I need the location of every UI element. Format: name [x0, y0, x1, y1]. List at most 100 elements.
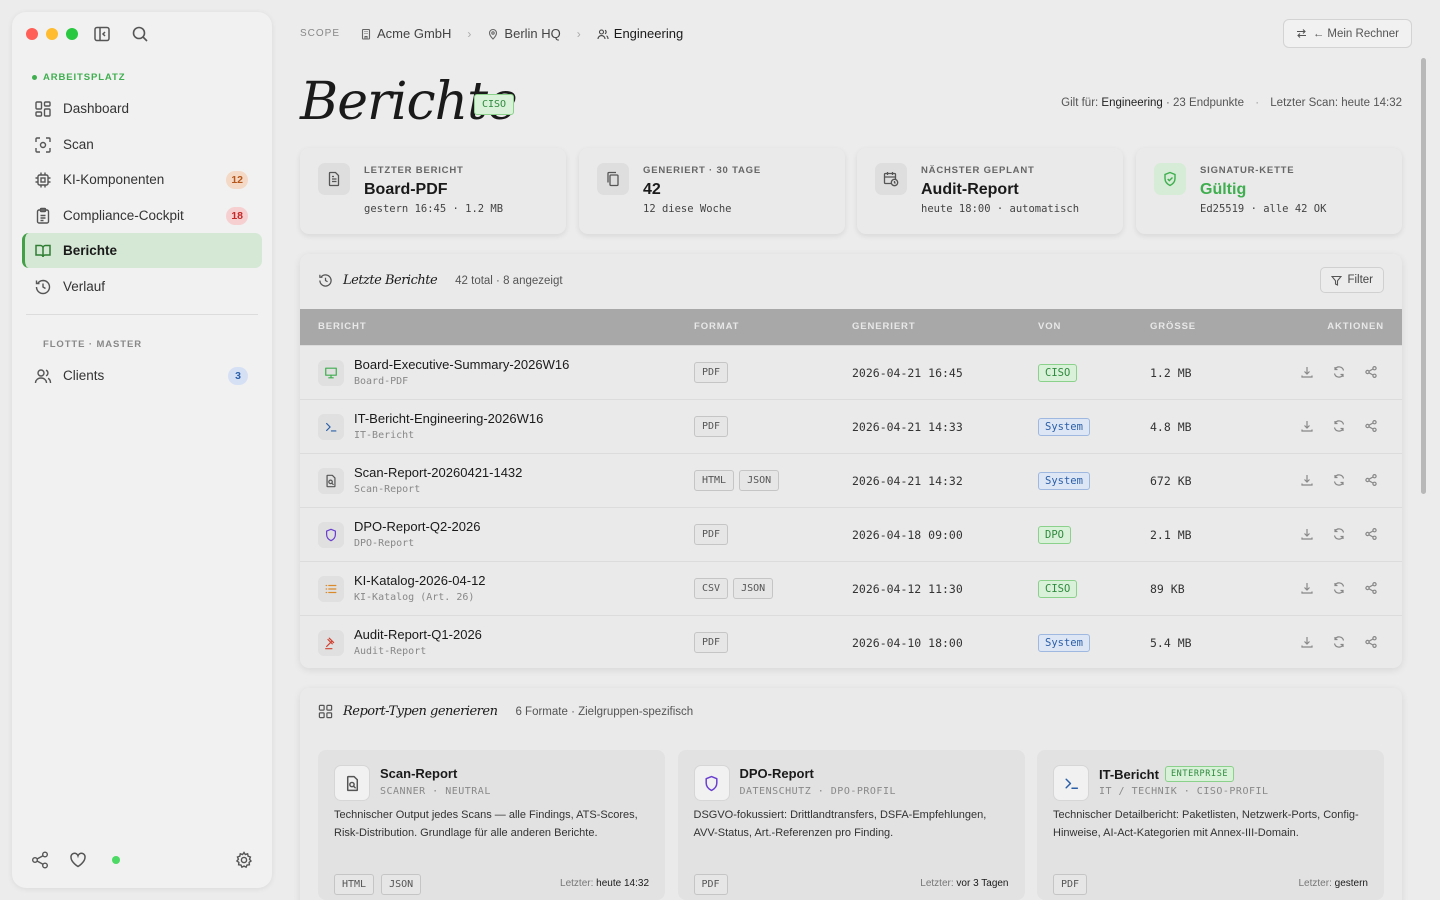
table-row[interactable]: KI-Katalog-2026-04-12 KI-Katalog (Art. 26…	[300, 561, 1402, 615]
terminal-icon	[1053, 765, 1089, 801]
regenerate-icon[interactable]	[1332, 635, 1346, 649]
format-badge: JSON	[739, 470, 780, 491]
sidebar-item-ki-komponenten[interactable]: KI-Komponenten 12	[22, 162, 262, 197]
share-icon[interactable]	[1364, 473, 1378, 487]
sidebar-item-compliance-cockpit[interactable]: Compliance-Cockpit 18	[22, 198, 262, 233]
search-icon[interactable]	[130, 24, 150, 44]
file-size: 672 KB	[1150, 474, 1192, 488]
sidebar-item-scan[interactable]: Scan	[22, 127, 262, 162]
table-row[interactable]: IT-Bericht-Engineering-2026W16 IT-Bericht…	[300, 399, 1402, 453]
shield-icon	[693, 765, 730, 801]
table-row[interactable]: Scan-Report-20260421-1432 Scan-Report HTML…	[300, 453, 1402, 507]
stat-card-generated: GENERIERT · 30 TAGE 42 12 diese Woche	[579, 148, 845, 234]
format-badge: PDF	[694, 416, 729, 437]
download-icon[interactable]	[1300, 527, 1314, 541]
regenerate-icon[interactable]	[1332, 473, 1346, 487]
sidebar-item-dashboard[interactable]: Dashboard	[22, 91, 262, 126]
report-type-name: DPO-Report	[739, 766, 814, 781]
stat-label: NÄCHSTER GEPLANT	[921, 165, 1035, 176]
report-type-card[interactable]: Scan-Report SCANNER · NEUTRAL Technischer …	[318, 750, 665, 900]
share-icon[interactable]	[1364, 419, 1378, 433]
column-header[interactable]: BERICHT	[318, 321, 367, 332]
stat-value: Gültig	[1200, 181, 1247, 198]
filter-button[interactable]: Filter	[1320, 267, 1384, 293]
report-name[interactable]: DPO-Report-Q2-2026	[354, 519, 480, 534]
stat-label: LETZTER BERICHT	[364, 165, 464, 176]
download-icon[interactable]	[1300, 473, 1314, 487]
zoom-window-button[interactable]	[66, 28, 78, 40]
generated-date: 2026-04-21 16:45	[852, 366, 963, 380]
share-icon[interactable]	[1364, 527, 1378, 541]
table-row[interactable]: DPO-Report-Q2-2026 DPO-Report PDF 2026-04-1…	[300, 507, 1402, 561]
column-header[interactable]: FORMAT	[694, 321, 739, 332]
file-scan-icon	[334, 765, 370, 801]
download-icon[interactable]	[1300, 365, 1314, 379]
column-header[interactable]: GENERIERT	[852, 321, 916, 332]
sidebar-item-clients[interactable]: Clients 3	[22, 358, 262, 393]
sidebar-item-verlauf[interactable]: Verlauf	[22, 269, 262, 304]
online-status-dot	[112, 856, 120, 864]
sidebar-item-berichte[interactable]: Berichte	[22, 233, 262, 268]
window-controls	[26, 28, 78, 40]
last-generated: Letzter: gestern	[1298, 878, 1369, 889]
share-icon[interactable]	[30, 850, 50, 870]
stat-label: GENERIERT · 30 TAGE	[643, 165, 761, 176]
format-badge: PDF	[1053, 874, 1088, 895]
column-header[interactable]: GRÖSSE	[1150, 321, 1196, 332]
report-type-audience: DATENSCHUTZ · DPO-PROFIL	[739, 786, 896, 797]
chevron-right-icon: ›	[576, 26, 581, 41]
report-type: IT-Bericht	[354, 430, 415, 441]
table-row[interactable]: Audit-Report-Q1-2026 Audit-Report PDF 2026-…	[300, 615, 1402, 669]
share-icon[interactable]	[1364, 635, 1378, 649]
scrollbar[interactable]	[1421, 58, 1426, 494]
breadcrumb-item-team[interactable]: Engineering	[597, 26, 683, 41]
report-type-description: DSGVO-fokussiert: Drittlandtransfers, DS…	[693, 809, 987, 839]
share-icon[interactable]	[1364, 581, 1378, 595]
mein-rechner-button[interactable]: ← Mein Rechner	[1282, 19, 1412, 48]
row-actions	[1300, 527, 1378, 541]
author-badge: CISO	[1038, 364, 1078, 382]
format-badge: PDF	[693, 874, 728, 895]
gear-icon[interactable]	[234, 850, 254, 870]
download-icon[interactable]	[1300, 581, 1314, 595]
table-row[interactable]: Board-Executive-Summary-2026W16 Board-PDF…	[300, 345, 1402, 399]
sidebar-toggle-icon[interactable]	[92, 24, 112, 44]
report-type-card[interactable]: IT-Bericht ENTERPRISE IT / TECHNIK · CISO-…	[1037, 750, 1384, 900]
report-type: DPO-Report	[354, 538, 415, 549]
heart-icon[interactable]	[68, 850, 88, 870]
column-header[interactable]: VON	[1038, 321, 1061, 332]
share-icon[interactable]	[1364, 365, 1378, 379]
breadcrumb-item-company[interactable]: Acme GmbH	[360, 26, 451, 41]
author-badge: System	[1038, 634, 1090, 652]
chevron-right-icon: ›	[467, 26, 472, 41]
report-type-card[interactable]: DPO-Report DATENSCHUTZ · DPO-PROFIL DSGVO-…	[677, 750, 1025, 900]
gavel-icon	[318, 630, 344, 656]
report-name[interactable]: Board-Executive-Summary-2026W16	[354, 357, 569, 372]
close-window-button[interactable]	[26, 28, 38, 40]
report-name[interactable]: Scan-Report-20260421-1432	[354, 465, 522, 480]
report-name[interactable]: KI-Katalog-2026-04-12	[354, 573, 486, 588]
history-icon	[318, 273, 333, 288]
sidebar-divider	[26, 314, 258, 315]
presentation-icon	[318, 360, 344, 386]
minimize-window-button[interactable]	[46, 28, 58, 40]
download-icon[interactable]	[1300, 635, 1314, 649]
regenerate-icon[interactable]	[1332, 419, 1346, 433]
format-badge: JSON	[381, 874, 422, 895]
generated-date: 2026-04-18 09:00	[852, 528, 963, 542]
breadcrumb-item-location[interactable]: Berlin HQ	[487, 26, 561, 41]
regenerate-icon[interactable]	[1332, 581, 1346, 595]
report-name[interactable]: IT-Bericht-Engineering-2026W16	[354, 411, 543, 426]
generated-date: 2026-04-21 14:32	[852, 474, 963, 488]
author-badge: DPO	[1038, 526, 1071, 544]
regenerate-icon[interactable]	[1332, 527, 1346, 541]
format-list: CSV JSON	[694, 578, 774, 599]
report-type: Audit-Report	[354, 646, 427, 657]
download-icon[interactable]	[1300, 419, 1314, 433]
stat-card-next-planned: NÄCHSTER GEPLANT Audit-Report heute 18:0…	[857, 148, 1123, 234]
regenerate-icon[interactable]	[1332, 365, 1346, 379]
report-name[interactable]: Audit-Report-Q1-2026	[354, 627, 482, 642]
format-badge: PDF	[694, 524, 729, 545]
users-icon	[34, 367, 52, 385]
stat-sub: Ed25519 · alle 42 OK	[1200, 203, 1327, 215]
